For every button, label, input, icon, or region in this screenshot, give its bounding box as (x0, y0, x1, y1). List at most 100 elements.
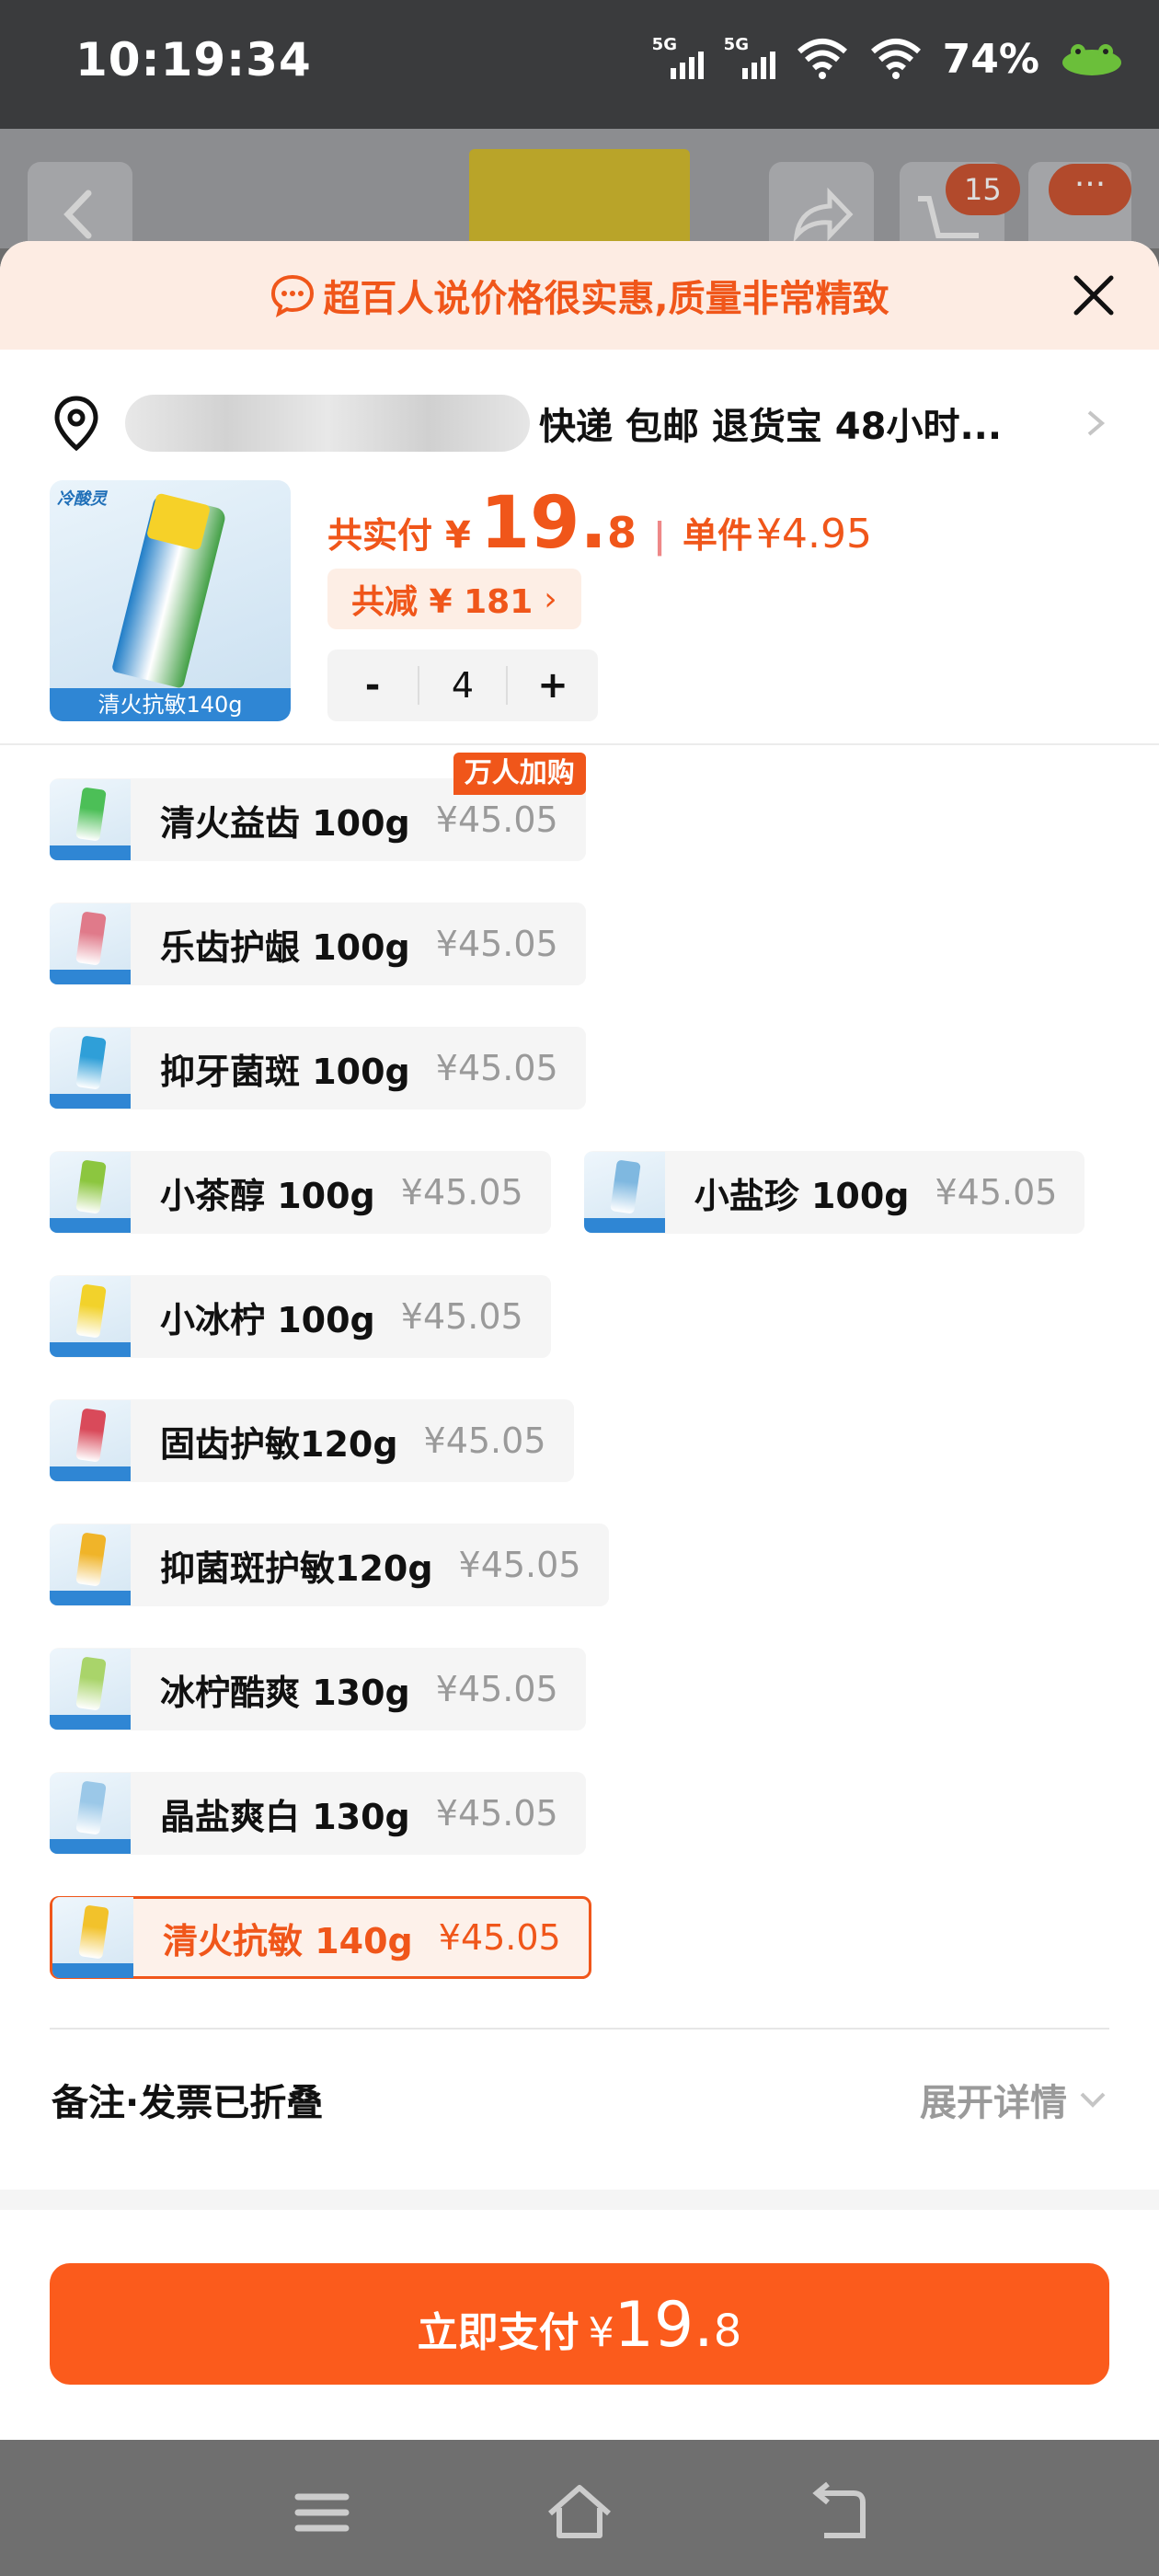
sku-selection-sheet: 超百人说价格很实惠,质量非常精致 快递 包邮 退货宝 48小时... 冷酸灵 清… (0, 241, 1159, 2440)
variant-price: ¥45.05 (435, 1669, 558, 1709)
discount-pill[interactable]: 共减 ¥ 181 › (327, 569, 581, 629)
status-indicators: 5G 5G 74% (652, 35, 1124, 83)
more-dots-icon[interactable]: ··· (1049, 164, 1131, 215)
variant-option[interactable]: 清火益齿 100g ¥45.05 万人加购 (50, 753, 586, 861)
address-row[interactable]: 快递 包邮 退货宝 48小时... (52, 377, 1109, 469)
variant-name: 晶盐爽白 130g (160, 1796, 410, 1837)
variant-price: ¥45.05 (458, 1545, 581, 1585)
variant-price: ¥45.05 (935, 1172, 1058, 1213)
section-spacer (0, 2190, 1159, 2210)
variant-option-selected[interactable]: 清火抗敏 140g ¥45.05 (50, 1896, 591, 1979)
battery-level: 74% (942, 35, 1039, 83)
price-separator: | (653, 515, 666, 556)
pay-label: 立即支付 (417, 2309, 580, 2356)
variant-price: ¥45.05 (400, 1172, 523, 1213)
product-image-background (469, 149, 690, 250)
wifi-icon (870, 39, 921, 79)
product-thumbnail[interactable]: 冷酸灵 清火抗敏140g (50, 480, 291, 721)
chevron-right-icon: › (544, 580, 557, 618)
total-label: 共实付 (327, 515, 433, 556)
variant-price: ¥45.05 (423, 1420, 546, 1461)
variant-option[interactable]: 小盐珍 100g ¥45.05 (583, 1151, 1085, 1234)
variant-row: 清火抗敏 140g ¥45.05 (50, 1896, 1117, 1979)
variant-row: 抑牙菌斑 100g ¥45.05 (50, 1027, 1117, 1110)
variant-price: ¥45.05 (435, 799, 558, 840)
quantity-stepper[interactable]: - 4 + (327, 650, 598, 721)
variant-row: 小冰柠 100g ¥45.05 (50, 1275, 1117, 1358)
pay-now-button[interactable]: 立即支付 ¥ 19. 8 (50, 2263, 1109, 2385)
popular-badge: 万人加购 (453, 753, 586, 795)
variant-name: 抑菌斑护敏120g (160, 1547, 433, 1589)
variant-option[interactable]: 小冰柠 100g ¥45.05 (50, 1275, 551, 1358)
variant-thumbnail (50, 903, 131, 984)
variant-row: 清火益齿 100g ¥45.05 万人加购 (50, 753, 1117, 861)
battery-frog-icon (1062, 44, 1121, 75)
cell-signal-icon: 5G (724, 35, 775, 83)
variant-thumbnail (50, 1400, 131, 1481)
pay-currency: ¥ (588, 2309, 614, 2356)
variant-thumbnail (50, 1773, 131, 1854)
back-nav-icon[interactable] (800, 2480, 874, 2545)
variant-name: 乐齿护龈 100g (160, 926, 410, 968)
status-bar: 10:19:34 5G 5G 74% (0, 0, 1159, 129)
notes-invoice-row[interactable]: 备注·发票已折叠 展开详情 (52, 2072, 1109, 2127)
chevron-right-icon (1087, 410, 1106, 436)
variant-thumbnail (50, 1028, 131, 1109)
variant-name: 抑牙菌斑 100g (160, 1051, 410, 1092)
variant-row: 抑菌斑护敏120g ¥45.05 (50, 1524, 1117, 1606)
brand-logo: 冷酸灵 (57, 489, 107, 509)
home-icon[interactable] (543, 2480, 616, 2545)
variant-option[interactable]: 抑牙菌斑 100g ¥45.05 (50, 1027, 586, 1110)
system-nav-bar (0, 2440, 1159, 2576)
variant-option[interactable]: 固齿护敏120g ¥45.05 (50, 1399, 574, 1482)
shipping-info: 快递 包邮 退货宝 48小时... (539, 406, 1003, 448)
divider (0, 743, 1159, 745)
chat-bubble-icon (271, 274, 315, 317)
variant-thumbnail (52, 1897, 133, 1978)
menu-icon[interactable] (285, 2480, 359, 2545)
quantity-value[interactable]: 4 (418, 666, 508, 705)
variant-name: 小盐珍 100g (694, 1175, 910, 1216)
total-price: 共实付 ¥ 19. 8 | 单件 ¥4.95 (327, 482, 872, 565)
variant-thumbnail (50, 779, 131, 860)
cell-signal-icon: 5G (652, 35, 704, 83)
variant-name: 清火益齿 100g (160, 802, 410, 844)
divider (50, 2028, 1109, 2030)
variant-name: 固齿护敏120g (160, 1423, 398, 1465)
cart-count-badge: 15 (946, 164, 1020, 215)
variant-option[interactable]: 抑菌斑护敏120g ¥45.05 (50, 1524, 609, 1606)
increment-button[interactable]: + (508, 664, 598, 707)
variant-thumbnail (50, 1276, 131, 1357)
discount-text: 共减 ¥ 181 (351, 583, 534, 621)
promo-banner: 超百人说价格很实惠,质量非常精致 (0, 241, 1159, 350)
variant-option[interactable]: 乐齿护龈 100g ¥45.05 (50, 903, 586, 985)
variant-option[interactable]: 小茶醇 100g ¥45.05 (50, 1151, 551, 1234)
variant-name: 清火抗敏 140g (163, 1920, 413, 1961)
expand-details-button[interactable]: 展开详情 (920, 2073, 1109, 2126)
variant-price: ¥45.05 (438, 1917, 561, 1958)
variant-thumbnail (50, 1524, 131, 1605)
pay-amount-dec: 8 (713, 2306, 742, 2357)
unit-price: ¥4.95 (755, 511, 872, 558)
total-amount-dec: 8 (607, 508, 637, 558)
promo-text: 超百人说价格很实惠,质量非常精致 (323, 278, 889, 320)
status-time: 10:19:34 (75, 33, 312, 86)
variant-thumbnail (50, 1152, 131, 1233)
variant-option[interactable]: 冰柠酷爽 130g ¥45.05 (50, 1648, 586, 1731)
variant-price: ¥45.05 (435, 1793, 558, 1834)
variant-row: 固齿护敏120g ¥45.05 (50, 1399, 1117, 1482)
variant-name: 小茶醇 100g (160, 1175, 375, 1216)
pay-amount-int: 19. (614, 2289, 714, 2362)
notes-label: 备注·发票已折叠 (52, 2082, 324, 2124)
variant-thumbnail (50, 1649, 131, 1730)
currency-symbol: ¥ (445, 514, 471, 557)
close-icon[interactable] (1071, 272, 1117, 318)
decrement-button[interactable]: - (327, 664, 418, 707)
variant-name: 小冰柠 100g (160, 1299, 375, 1340)
variant-option[interactable]: 晶盐爽白 130g ¥45.05 (50, 1772, 586, 1855)
unit-label: 单件 (682, 515, 752, 556)
variant-price: ¥45.05 (435, 1048, 558, 1088)
variant-list: 清火益齿 100g ¥45.05 万人加购 乐齿护龈 100g ¥45.05 抑… (50, 753, 1117, 2020)
variant-name: 冰柠酷爽 130g (160, 1672, 410, 1713)
variant-price: ¥45.05 (400, 1296, 523, 1337)
